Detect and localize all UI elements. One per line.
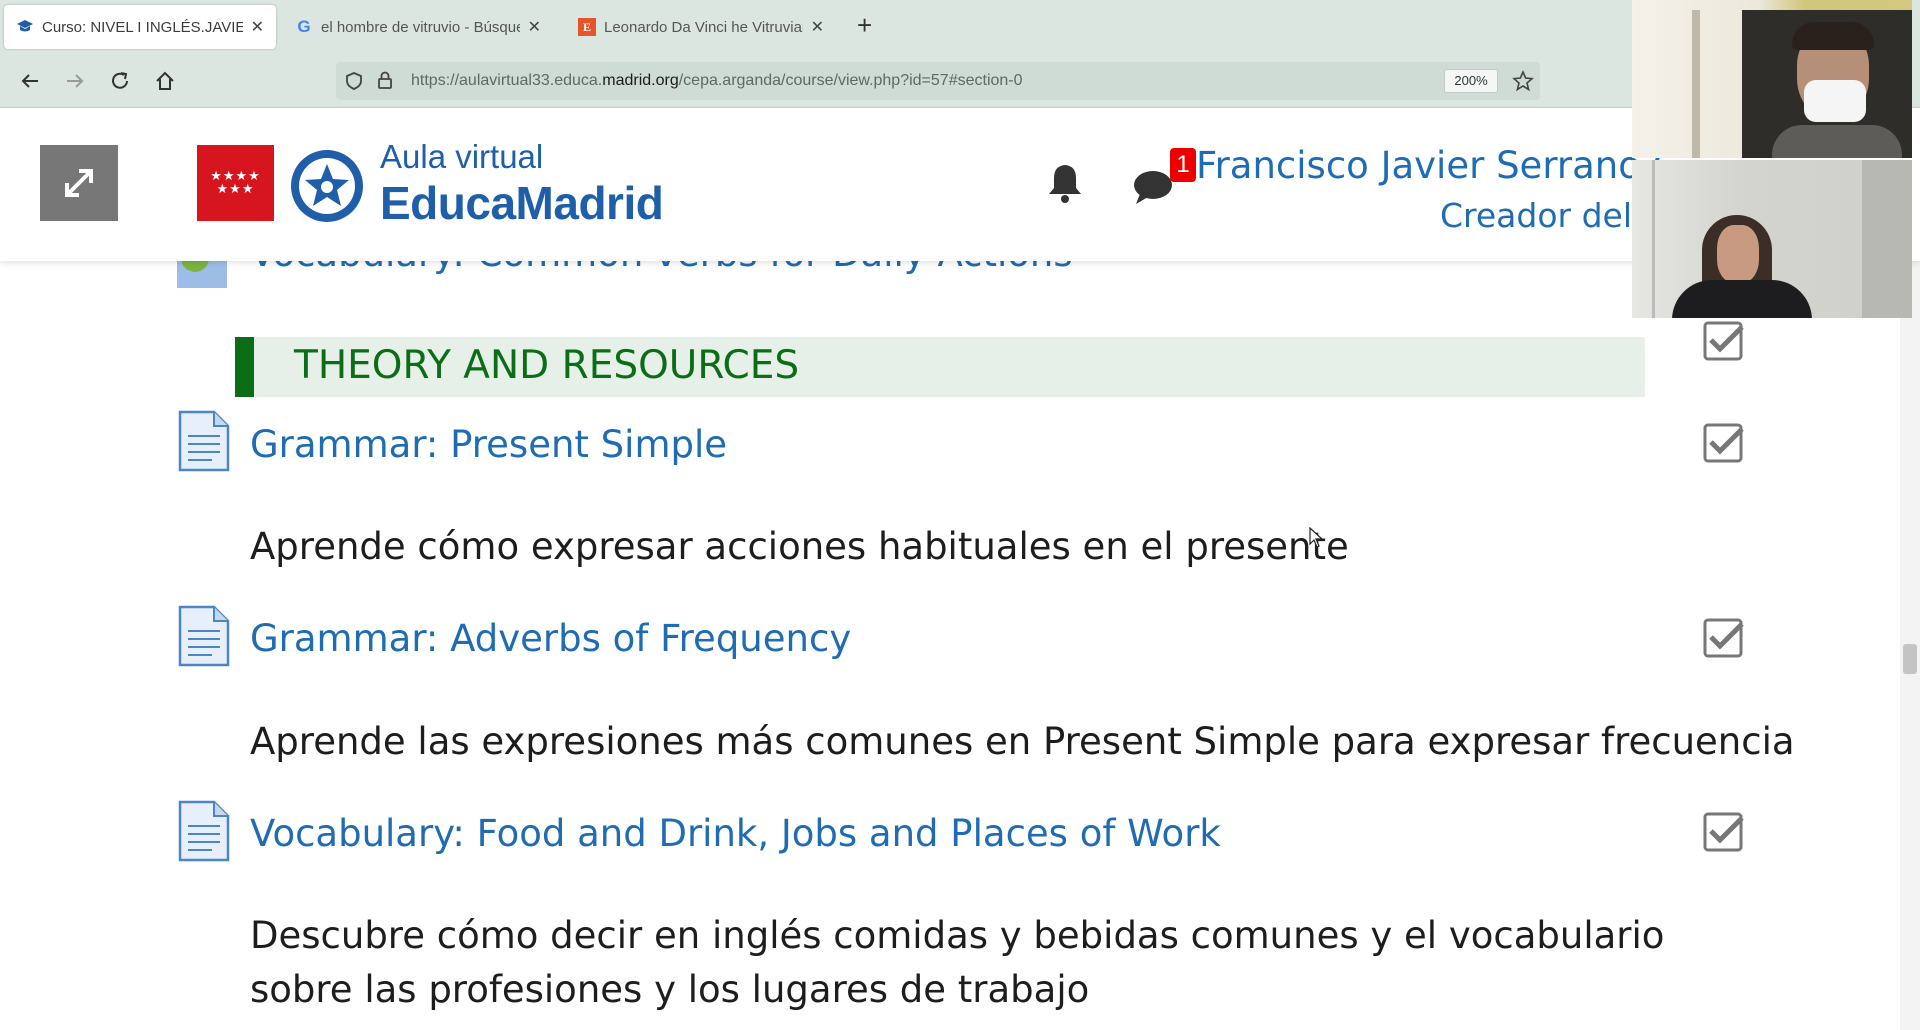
activity-description: Aprende las expresiones más comunes en P… [250,720,1795,763]
new-tab-icon[interactable]: + [857,10,872,41]
bell-icon[interactable] [1046,162,1084,204]
message-count-badge: 1 [1170,148,1196,182]
browser-tab-leonardo[interactable]: E Leonardo Da Vinci he Vitruvian ✕ [566,5,836,49]
activity-description: Aprende cómo expresar acciones habituale… [250,525,1349,568]
section-title: THEORY AND RESOURCES [294,343,800,388]
tab-title: Leonardo Da Vinci he Vitruvian [604,18,803,36]
fullscreen-toggle-button[interactable] [40,145,118,221]
flag-stars: ★★★★ ★★★ [210,169,261,197]
browser-tab-course[interactable]: Curso: NIVEL I INGLÉS.JAVIER ✕ [4,5,276,49]
user-role: Creador del c [1440,196,1661,235]
home-icon[interactable] [150,66,180,96]
comunidad-madrid-flag-logo[interactable]: ★★★★ ★★★ [197,145,274,221]
close-tab-icon[interactable]: ✕ [251,17,264,37]
chat-bubble-icon[interactable] [1132,168,1174,206]
zoom-level[interactable]: 200% [1444,69,1498,93]
activity-link[interactable]: Grammar: Adverbs of Frequency [250,617,851,660]
completion-checkbox-icon[interactable] [1703,320,1745,362]
page-document-icon[interactable] [178,410,230,472]
lock-icon[interactable] [376,70,394,94]
address-bar[interactable]: https://aulavirtual33.educa.madrid.org/c… [336,62,1540,100]
activity-link[interactable]: Grammar: Present Simple [250,423,727,466]
close-tab-icon[interactable]: ✕ [528,17,541,37]
completion-checkbox-icon[interactable] [1703,811,1745,853]
browser-tab-google[interactable]: G el hombre de vitruvio - Búsqueda ✕ [283,5,553,49]
shield-icon[interactable] [344,71,364,95]
completion-checkbox-icon[interactable] [1703,422,1745,464]
close-tab-icon[interactable]: ✕ [811,17,824,37]
scrollbar-thumb[interactable] [1903,644,1917,674]
back-icon[interactable] [15,66,45,96]
video-tile-participant-1[interactable] [1632,0,1912,158]
activity-description: Descubre cómo decir en inglés comidas y … [250,914,1665,1011]
page-document-icon[interactable] [178,800,230,862]
reload-icon[interactable] [105,66,135,96]
activity-link[interactable]: Vocabulary: Food and Drink, Jobs and Pla… [250,812,1221,855]
completion-checkbox-icon[interactable] [1703,617,1745,659]
video-tile-participant-2[interactable] [1632,160,1912,318]
tab-title: Curso: NIVEL I INGLÉS.JAVIER [42,18,243,36]
google-icon: G [297,17,311,36]
bookmark-star-icon[interactable] [1512,69,1534,96]
mouse-cursor-icon [1309,527,1324,548]
brand-title[interactable]: EducaMadrid [380,176,664,230]
expand-arrows-icon [65,169,93,197]
url-text[interactable]: https://aulavirtual33.educa.madrid.org/c… [411,72,1023,90]
user-name[interactable]: Francisco Javier Serrano G [1196,144,1681,187]
tab-title: el hombre de vitruvio - Búsqueda [321,18,520,36]
graduation-cap-icon [16,18,34,36]
educamadrid-star-logo[interactable] [286,146,368,226]
e-icon: E [578,18,596,36]
section-heading: THEORY AND RESOURCES [235,337,1645,397]
page-document-icon[interactable] [178,605,230,667]
forward-icon[interactable] [60,66,90,96]
brand-subtitle: Aula virtual [380,138,544,175]
